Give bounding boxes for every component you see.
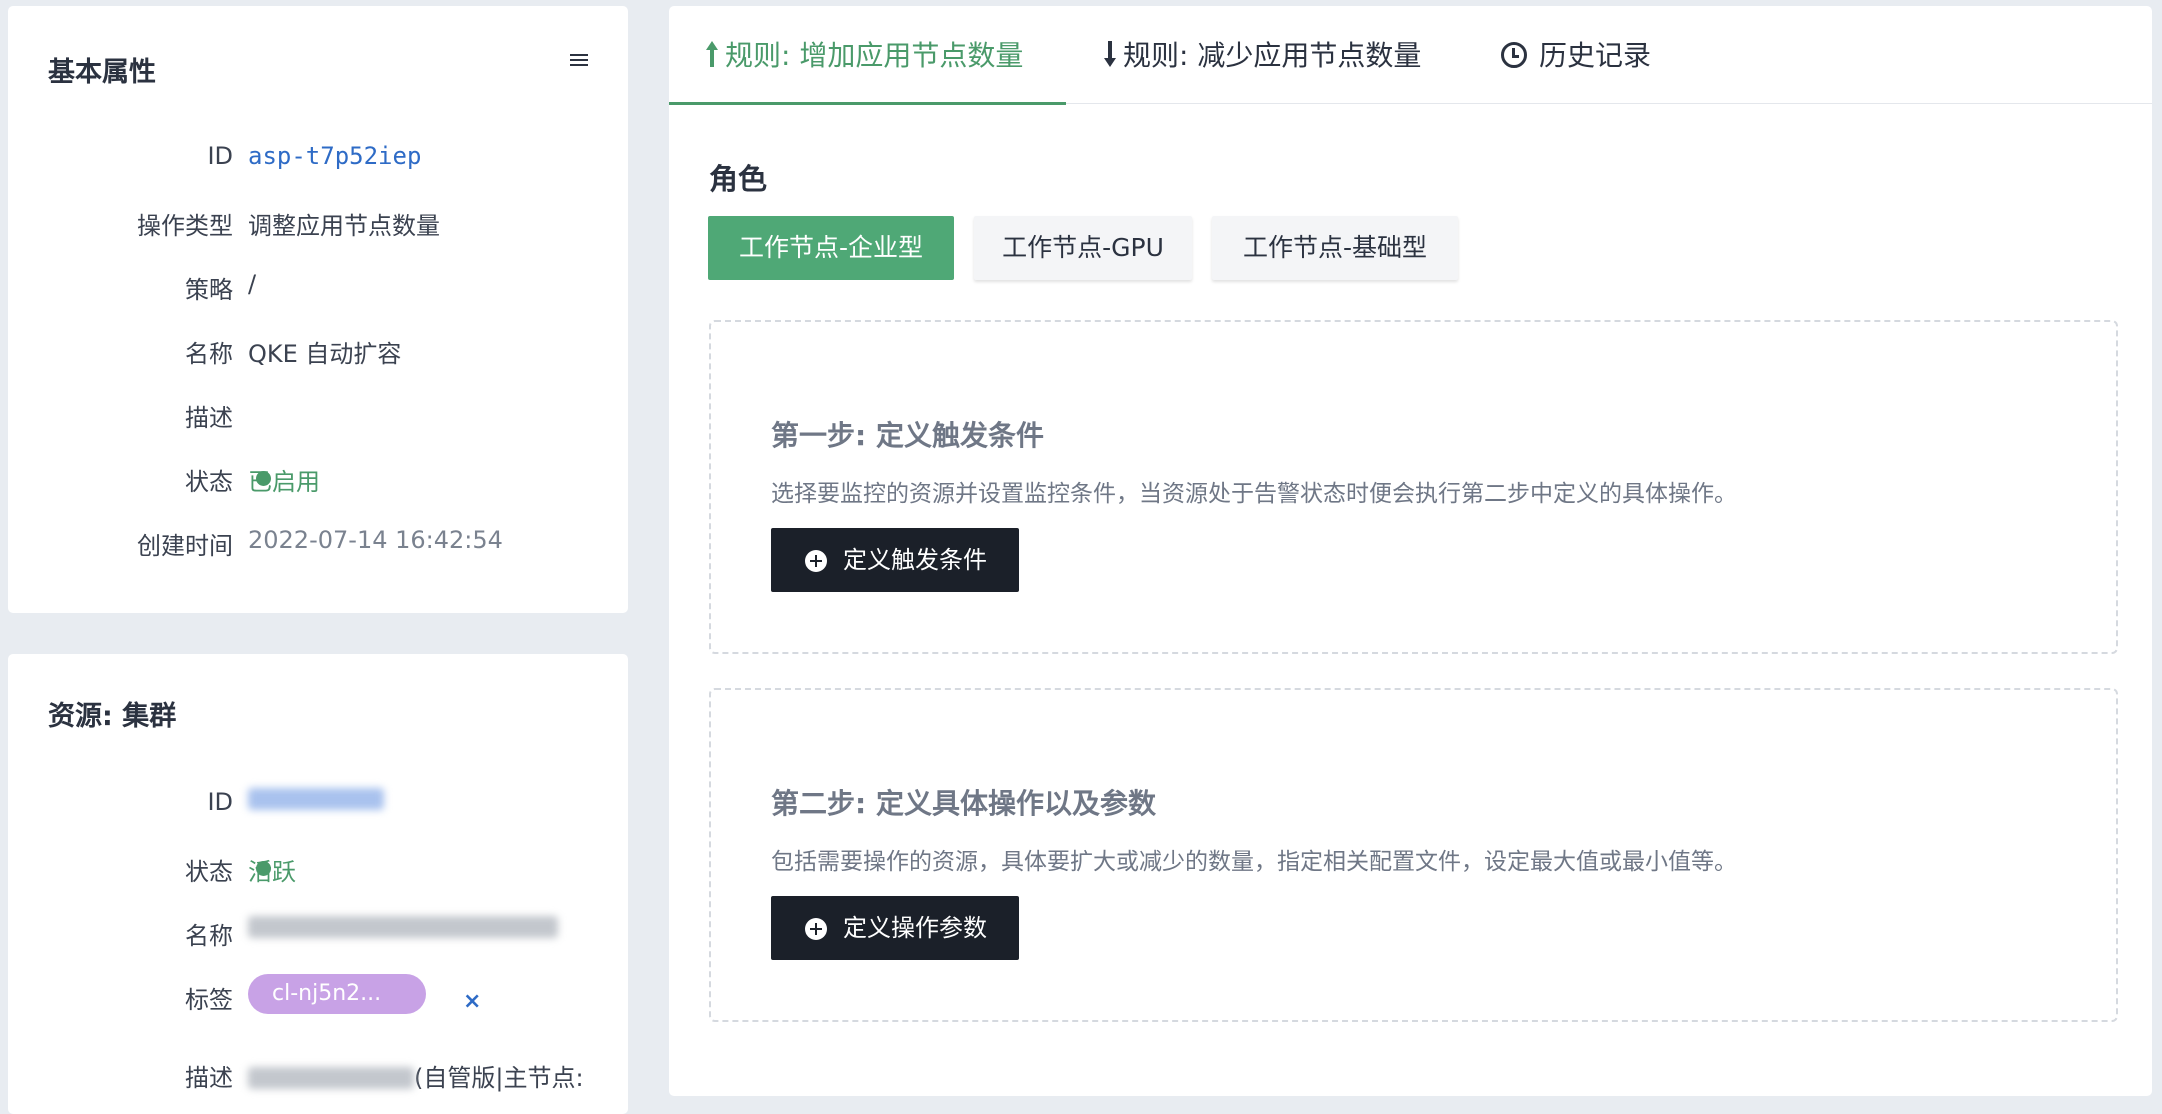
button-label: 定义操作参数 [843, 914, 987, 942]
step-one-box: 第一步: 定义触发条件 选择要监控的资源并设置监控条件，当资源处于告警状态时便会… [709, 320, 2118, 654]
basic-properties-title: 基本属性 [48, 57, 156, 88]
arrow-down-icon [1104, 41, 1116, 67]
row-cluster-description: 描述 (自管版|主节点: [8, 1058, 628, 1098]
row-created-time: 创建时间 2022-07-14 16:42:54 [8, 526, 628, 566]
row-label: 描述 [185, 404, 233, 432]
row-description: 描述 [8, 398, 628, 438]
row-label: 名称 [185, 922, 233, 950]
cluster-description-text: (自管版|主节点: [414, 1064, 584, 1092]
row-label: 创建时间 [137, 532, 233, 560]
step-two-title: 第二步: 定义具体操作以及参数 [771, 787, 1156, 820]
row-id: ID asp-t7p52iep [8, 142, 628, 182]
row-status: 状态 已启用 [8, 462, 628, 502]
step-two-box: 第二步: 定义具体操作以及参数 包括需要操作的资源，具体要扩大或减少的数量，指定… [709, 688, 2118, 1022]
active-tab-indicator [669, 102, 1066, 105]
policy-id-link[interactable]: asp-t7p52iep [248, 142, 421, 170]
step-one-title: 第一步: 定义触发条件 [771, 419, 1044, 452]
row-cluster-tag: 标签 cl-nj5n2... × [8, 974, 628, 1020]
row-name: 名称 QKE 自动扩容 [8, 334, 628, 374]
row-label: 策略 [185, 276, 233, 304]
row-strategy: 策略 / [8, 270, 628, 310]
menu-icon[interactable] [570, 54, 588, 68]
row-cluster-status: 状态 活跃 [8, 852, 628, 892]
button-label: 定义触发条件 [843, 546, 987, 574]
step-one-description: 选择要监控的资源并设置监控条件，当资源处于告警状态时便会执行第二步中定义的具体操… [771, 481, 1737, 507]
row-label: 状态 [185, 858, 233, 886]
role-option-basic[interactable]: 工作节点-基础型 [1212, 216, 1458, 280]
plus-circle-icon [805, 550, 827, 572]
plus-circle-icon [805, 918, 827, 940]
row-label: 状态 [185, 468, 233, 496]
cluster-tag-pill[interactable]: cl-nj5n2... [248, 974, 426, 1014]
status-badge: 已启用 [248, 468, 320, 496]
tab-history[interactable]: 历史记录 [1501, 34, 1651, 74]
row-label: 标签 [185, 986, 233, 1014]
cluster-name-value [248, 916, 558, 944]
row-label: 操作类型 [137, 212, 233, 240]
cluster-status-badge: 活跃 [248, 858, 296, 886]
rules-panel: 规则: 增加应用节点数量 规则: 减少应用节点数量 历史记录 角色 工作节点-企… [669, 6, 2152, 1096]
role-option-gpu[interactable]: 工作节点-GPU [974, 216, 1192, 280]
tab-label: 规则: 增加应用节点数量 [725, 39, 1024, 72]
tab-label: 规则: 减少应用节点数量 [1123, 39, 1422, 72]
created-time-value: 2022-07-14 16:42:54 [248, 526, 503, 554]
define-operation-button[interactable]: 定义操作参数 [771, 896, 1019, 960]
tab-increase-rule[interactable]: 规则: 增加应用节点数量 [705, 34, 1023, 74]
cluster-description-value: (自管版|主节点: [248, 1058, 584, 1093]
clock-icon [1501, 42, 1527, 68]
row-cluster-name: 名称 [8, 916, 628, 956]
close-icon[interactable]: × [463, 991, 483, 1013]
row-value: QKE 自动扩容 [248, 340, 402, 368]
arrow-up-icon [706, 41, 718, 67]
role-title: 角色 [709, 162, 768, 196]
tab-label: 历史记录 [1539, 39, 1652, 72]
tab-bar: 规则: 增加应用节点数量 规则: 减少应用节点数量 历史记录 [669, 6, 2152, 105]
row-label: ID [207, 142, 233, 170]
role-option-enterprise[interactable]: 工作节点-企业型 [708, 216, 954, 280]
cluster-id-link[interactable] [248, 788, 384, 816]
basic-properties-card: 基本属性 ID asp-t7p52iep 操作类型 调整应用节点数量 策略 / … [8, 6, 628, 613]
resource-card: 资源: 集群 ID 状态 活跃 名称 标签 cl-nj5n2... × 描述 (… [8, 654, 628, 1114]
row-label: 描述 [185, 1064, 233, 1092]
row-label: 名称 [185, 340, 233, 368]
row-value: 调整应用节点数量 [248, 212, 440, 240]
tab-decrease-rule[interactable]: 规则: 减少应用节点数量 [1103, 34, 1421, 74]
row-cluster-id: ID [8, 788, 628, 828]
row-label: ID [207, 788, 233, 816]
step-two-description: 包括需要操作的资源，具体要扩大或减少的数量，指定相关配置文件，设定最大值或最小值… [771, 849, 1737, 875]
define-trigger-button[interactable]: 定义触发条件 [771, 528, 1019, 592]
resource-title: 资源: 集群 [48, 701, 177, 732]
row-value: / [248, 270, 257, 298]
row-operation-type: 操作类型 调整应用节点数量 [8, 206, 628, 246]
